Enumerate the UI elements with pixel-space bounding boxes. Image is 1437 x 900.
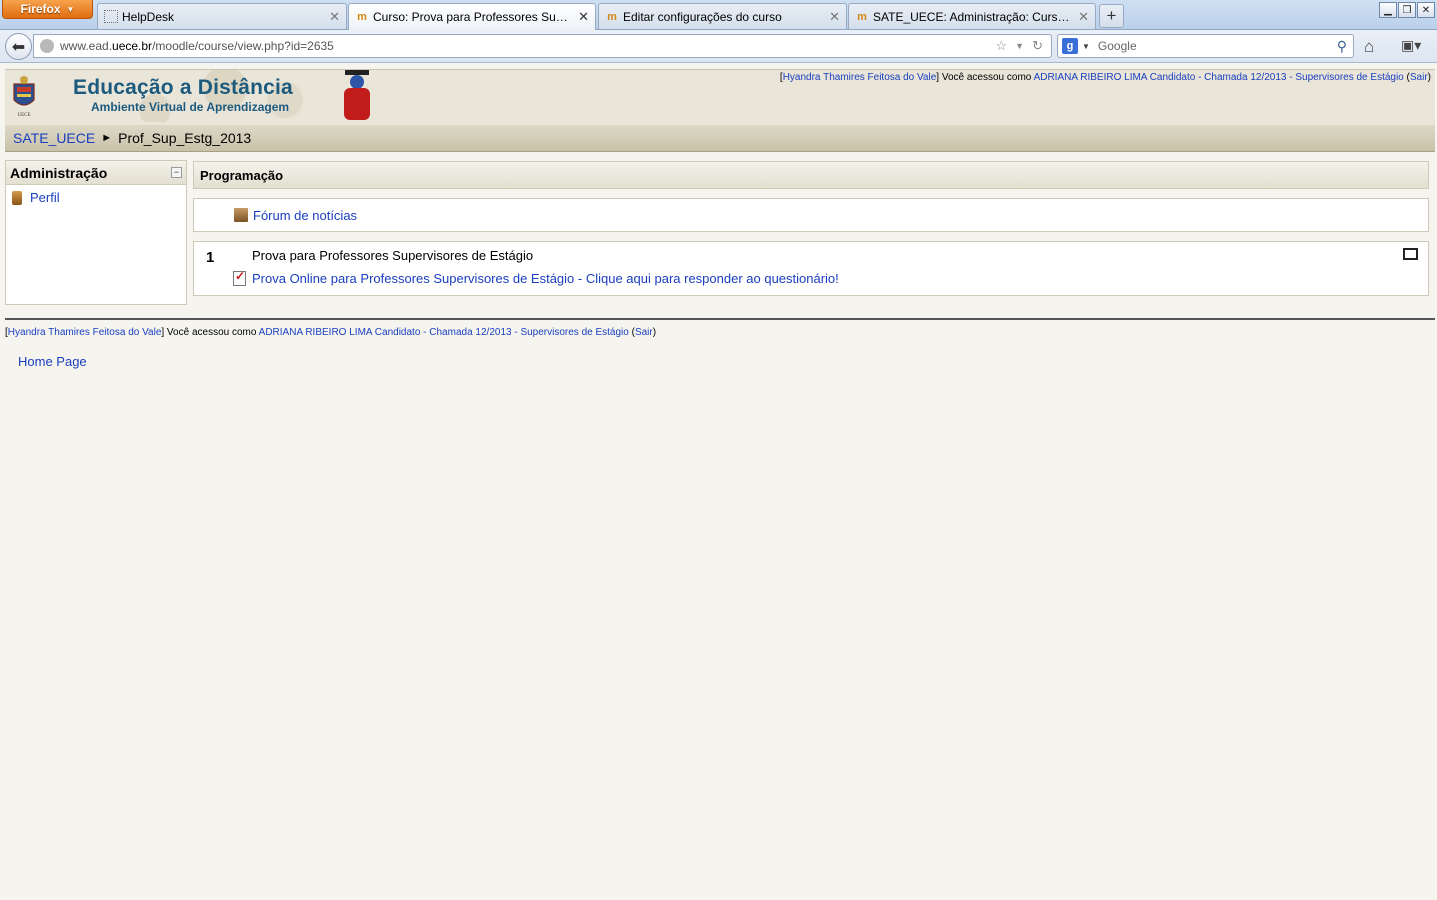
bracket-text: ) xyxy=(652,327,657,338)
login-info: [Hyandra Thamires Feitosa do Vale] Você … xyxy=(780,72,1431,83)
footer-login-info: [Hyandra Thamires Feitosa do Vale] Você … xyxy=(5,327,656,338)
login-mid-text: ] Você acessou como xyxy=(936,72,1034,83)
footer-divider xyxy=(5,318,1435,320)
chevron-down-icon: ▼ xyxy=(66,4,75,14)
section-0: Fórum de notícias xyxy=(193,198,1429,232)
dropdown-icon[interactable]: ▼ xyxy=(1015,38,1024,54)
tab-label: HelpDesk xyxy=(122,9,175,24)
globe-icon xyxy=(40,39,54,53)
tab-label: Curso: Prova para Professores Supervi... xyxy=(373,10,573,24)
tab-curso[interactable]: m Curso: Prova para Professores Supervi.… xyxy=(348,3,596,30)
section-number: 1 xyxy=(206,249,215,266)
blank-page-icon xyxy=(104,10,118,23)
tab-helpdesk[interactable]: HelpDesk ✕ xyxy=(97,3,347,29)
uece-crest-logo: UECE xyxy=(13,76,35,118)
admin-block-title: Administração xyxy=(10,164,108,181)
page-content: UECE Educação a Distância Ambiente Virtu… xyxy=(0,64,1437,900)
url-path: /moodle/course/view.php?id=2635 xyxy=(152,39,334,53)
tab-editar[interactable]: m Editar configurações do curso ✕ xyxy=(598,3,847,29)
as-user-link[interactable]: ADRIANA RIBEIRO LIMA Candidato - Chamada… xyxy=(1034,72,1404,83)
breadcrumb-current: Prof_Sup_Estg_2013 xyxy=(118,130,252,146)
url-host: uece.br xyxy=(112,39,153,53)
close-icon[interactable]: ✕ xyxy=(329,9,340,25)
banner-subtitle: Ambiente Virtual de Aprendizagem xyxy=(91,100,290,114)
moodle-icon: m xyxy=(857,10,867,23)
forum-link[interactable]: Fórum de notícias xyxy=(253,208,357,223)
site-header: UECE Educação a Distância Ambiente Virtu… xyxy=(5,69,1435,125)
tab-label: SATE_UECE: Administração: Cursos: ... xyxy=(873,9,1073,24)
close-icon[interactable]: ✕ xyxy=(829,9,840,25)
close-icon[interactable]: ✕ xyxy=(578,9,589,25)
admin-block: Administração − Perfil xyxy=(5,160,187,305)
footer-logout-link[interactable]: Sair xyxy=(635,327,653,338)
reload-icon[interactable]: ↻ xyxy=(1032,38,1043,54)
browser-tab-bar: Firefox ▼ HelpDesk ✕ m Curso: Prova para… xyxy=(0,0,1437,30)
admin-block-header: Administração − xyxy=(6,161,186,185)
banner-title: Educação a Distância xyxy=(73,76,293,99)
url-prefix: www.ead. xyxy=(60,39,113,53)
url-text: www.ead.uece.br/moodle/course/view.php?i… xyxy=(60,39,996,53)
login-mid-text: ] Você acessou como xyxy=(161,327,259,338)
moodle-icon: m xyxy=(607,10,617,23)
tab-label: Editar configurações do curso xyxy=(623,9,782,24)
graduate-mascot-icon xyxy=(344,70,370,120)
breadcrumb: SATE_UECE ► Prof_Sup_Estg_2013 xyxy=(5,125,1435,152)
forum-icon xyxy=(234,208,248,222)
firefox-menu-label: Firefox xyxy=(20,2,61,16)
url-bar[interactable]: www.ead.uece.br/moodle/course/view.php?i… xyxy=(33,34,1052,58)
quiz-link[interactable]: Prova Online para Professores Supervisor… xyxy=(252,271,839,286)
footer-real-user-link[interactable]: Hyandra Thamires Feitosa do Vale xyxy=(8,327,162,338)
search-bar[interactable]: g ▼ Google ⚲ xyxy=(1057,34,1354,58)
new-tab-button[interactable]: + xyxy=(1099,4,1124,28)
home-icon[interactable]: ⌂ xyxy=(1364,37,1374,57)
star-icon[interactable]: ☆ xyxy=(996,38,1008,54)
crest-label: UECE xyxy=(17,113,30,118)
real-user-link[interactable]: Hyandra Thamires Feitosa do Vale xyxy=(783,72,937,83)
google-icon[interactable]: g xyxy=(1062,38,1078,54)
footer-as-user-link[interactable]: ADRIANA RIBEIRO LIMA Candidato - Chamada… xyxy=(259,327,629,338)
section-1: 1 Prova para Professores Supervisores de… xyxy=(193,241,1429,296)
window-close-button[interactable]: ✕ xyxy=(1417,2,1435,18)
section-heading: Programação xyxy=(193,161,1429,189)
bookmarks-icon[interactable]: ▣▾ xyxy=(1401,37,1421,54)
home-page-link[interactable]: Home Page xyxy=(18,354,87,369)
search-icon[interactable]: ⚲ xyxy=(1337,38,1347,55)
user-icon xyxy=(12,190,22,205)
section-highlight-checkbox[interactable] xyxy=(1403,248,1418,260)
perfil-link[interactable]: Perfil xyxy=(30,190,60,205)
restore-button[interactable]: ❐ xyxy=(1398,2,1416,18)
close-icon[interactable]: ✕ xyxy=(1078,9,1089,25)
quiz-activity[interactable]: Prova Online para Professores Supervisor… xyxy=(233,269,839,286)
search-input[interactable]: Google xyxy=(1098,39,1337,53)
firefox-menu-button[interactable]: Firefox ▼ xyxy=(2,0,93,19)
browser-nav-bar: ⬅ www.ead.uece.br/moodle/course/view.php… xyxy=(0,30,1437,63)
breadcrumb-home-link[interactable]: SATE_UECE xyxy=(13,130,95,146)
arrow-left-icon: ⬅ xyxy=(11,38,26,56)
minimize-button[interactable]: ▁ xyxy=(1379,2,1397,18)
admin-item-perfil[interactable]: Perfil xyxy=(6,185,186,205)
moodle-icon: m xyxy=(357,11,367,23)
section-title: Prova para Professores Supervisores de E… xyxy=(252,248,534,263)
chevron-down-icon[interactable]: ▼ xyxy=(1082,42,1090,51)
breadcrumb-separator-icon: ► xyxy=(101,132,113,144)
bracket-text: ) xyxy=(1427,72,1431,83)
collapse-icon[interactable]: − xyxy=(171,167,182,178)
tab-sate-admin[interactable]: m SATE_UECE: Administração: Cursos: ... … xyxy=(848,3,1096,29)
back-button[interactable]: ⬅ xyxy=(5,33,32,60)
quiz-icon xyxy=(233,269,246,286)
logout-link[interactable]: Sair xyxy=(1410,72,1428,83)
